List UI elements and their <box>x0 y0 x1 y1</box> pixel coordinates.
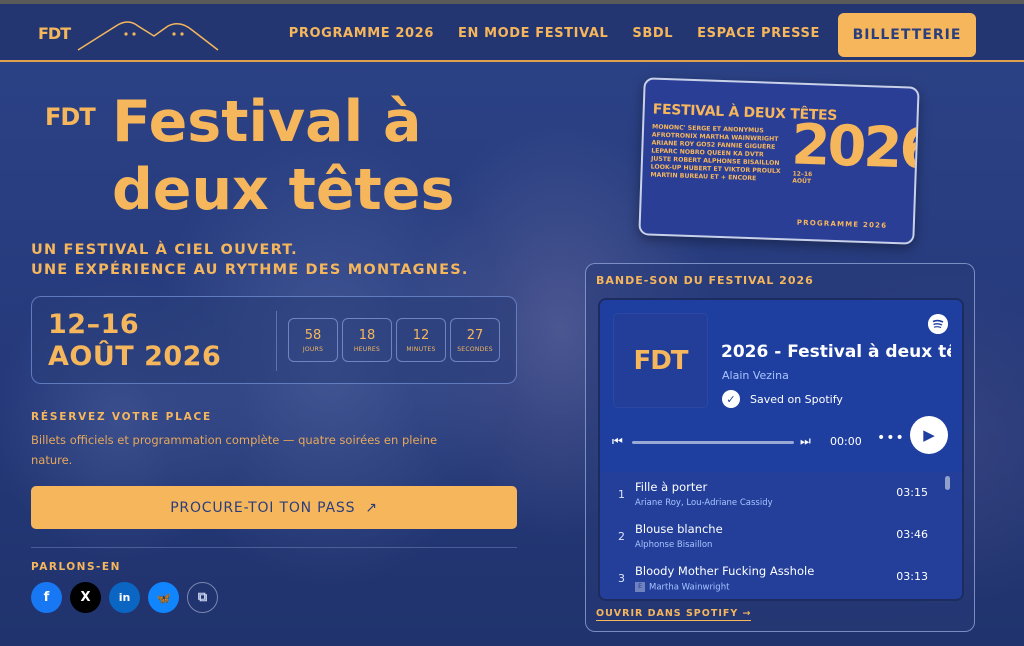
date-range: 12–16 <box>48 309 140 340</box>
tagline-line-1: UN FESTIVAL À CIEL OUVERT. <box>31 242 298 258</box>
countdown-label: MINUTES <box>406 345 436 353</box>
countdown-value: 58 <box>304 327 322 343</box>
reserve-heading: RÉSERVEZ VOTRE PLACE <box>31 411 212 423</box>
track-title: Fille à porter <box>635 480 708 494</box>
linkedin-icon[interactable]: in <box>109 582 140 613</box>
tagline-line-2: UNE EXPÉRIENCE AU RYTHME DES MONTAGNES. <box>31 262 469 278</box>
more-options-icon[interactable]: ••• <box>877 430 905 446</box>
track-artist: Martha Wainwright <box>649 582 730 593</box>
programme-poster[interactable]: FESTIVAL À DEUX TÊTES MONONC' SERGE ET A… <box>638 77 920 245</box>
get-pass-button[interactable]: PROCURE-TOI TON PASS ↗ <box>31 486 517 529</box>
explicit-badge: E <box>635 582 645 592</box>
date-countdown-box: 12–16 AOÛT 2026 58 JOURS 18 HEURES 12 MI… <box>31 296 517 384</box>
section-divider <box>31 547 517 548</box>
track-number: 1 <box>618 488 625 501</box>
countdown-hours: 18 HEURES <box>342 318 392 362</box>
next-track-icon[interactable]: ⏭ <box>800 434 811 449</box>
poster-lineup: MONONC' SERGE ET ANONYMUS AFROTRONIX MAR… <box>650 124 792 185</box>
nav-link-en-mode-festival[interactable]: EN MODE FESTIVAL <box>458 26 608 41</box>
countdown-days: 58 JOURS <box>288 318 338 362</box>
nav-link-espace-presse[interactable]: ESPACE PRESSE <box>697 26 820 41</box>
date-divider <box>276 311 277 371</box>
poster-label: PROGRAMME 2026 <box>796 218 888 230</box>
nav-link-programme[interactable]: PROGRAMME 2026 <box>289 26 434 41</box>
nav-link-sbdl[interactable]: SBDL <box>632 26 673 41</box>
tracklist-scrollbar[interactable] <box>945 476 950 490</box>
previous-track-icon[interactable]: ⏮ <box>612 434 623 449</box>
playlist-cover[interactable]: FDT <box>614 314 707 407</box>
get-pass-label: PROCURE-TOI TON PASS <box>170 499 356 516</box>
spotify-icon[interactable] <box>928 314 948 334</box>
facebook-icon[interactable]: f <box>31 582 62 613</box>
open-in-spotify-link[interactable]: OUVRIR DANS SPOTIFY → <box>596 608 752 621</box>
countdown-label: SECONDES <box>457 345 493 353</box>
festival-dates: 12–16 AOÛT 2026 <box>48 309 221 373</box>
x-icon[interactable]: X <box>70 582 101 613</box>
elapsed-time: 00:00 <box>830 435 862 448</box>
bluesky-icon[interactable]: 🦋 <box>148 582 179 613</box>
mountain-logo-icon <box>77 21 219 51</box>
saved-status[interactable]: ✓ Saved on Spotify <box>722 390 843 408</box>
countdown-seconds: 27 SECONDES <box>450 318 500 362</box>
track-title: Blouse blanche <box>635 522 723 536</box>
tagline: UN FESTIVAL À CIEL OUVERT. UNE EXPÉRIENC… <box>31 240 469 280</box>
nav-links: PROGRAMME 2026 EN MODE FESTIVAL SBDL ESP… <box>289 26 820 41</box>
track-artist: Alphonse Bisaillon <box>635 540 713 550</box>
hero-logo: FDT <box>45 103 96 131</box>
track-row[interactable]: 1 Fille à porter Ariane Roy, Lou-Adriane… <box>600 476 962 518</box>
track-number: 3 <box>618 572 625 585</box>
countdown-minutes: 12 MINUTES <box>396 318 446 362</box>
page-title: Festival à deux têtes <box>112 89 455 223</box>
playlist-title[interactable]: 2026 - Festival à deux têtes <box>721 342 951 362</box>
track-title: Bloody Mother Fucking Asshole <box>635 564 815 578</box>
track-artist: Ariane Roy, Lou-Adriane Cassidy <box>635 498 773 508</box>
countdown: 58 JOURS 18 HEURES 12 MINUTES 27 SECONDE… <box>288 318 500 362</box>
tracklist: 1 Fille à porter Ariane Roy, Lou-Adriane… <box>600 472 962 599</box>
nav-logo[interactable]: FDT <box>38 24 71 43</box>
track-duration: 03:46 <box>896 528 928 541</box>
reserve-description: Billets officiels et programmation compl… <box>31 433 438 467</box>
playlist-owner[interactable]: Alain Vezina <box>722 369 789 382</box>
countdown-value: 12 <box>412 327 430 343</box>
progress-bar[interactable] <box>632 441 794 444</box>
poster-dates-month: AOÛT <box>792 177 812 186</box>
track-artist-row: E Martha Wainwright <box>635 582 729 593</box>
spotify-embed: FDT 2026 - Festival à deux têtes Alain V… <box>598 298 964 601</box>
spotify-header: FDT 2026 - Festival à deux têtes Alain V… <box>600 300 962 472</box>
countdown-label: JOURS <box>302 345 324 353</box>
countdown-value: 27 <box>466 327 484 343</box>
arrow-up-right-icon: ↗ <box>365 499 378 516</box>
play-button[interactable]: ▶ <box>910 416 948 454</box>
countdown-label: HEURES <box>353 345 381 353</box>
date-month-year: AOÛT 2026 <box>48 341 222 372</box>
track-duration: 03:15 <box>896 486 928 499</box>
billetterie-button[interactable]: BILLETTERIE <box>838 13 976 57</box>
player-controls: ⏮ ⏭ 00:00 ••• ▶ <box>612 416 952 454</box>
check-icon: ✓ <box>722 390 740 408</box>
top-nav: FDT PROGRAMME 2026 EN MODE FESTIVAL SBDL… <box>0 0 1024 62</box>
social-share-bar: f X in 🦋 ⧉ <box>31 582 218 613</box>
track-row[interactable]: 3 Bloody Mother Fucking Asshole E Martha … <box>600 560 962 599</box>
saved-label: Saved on Spotify <box>750 392 843 406</box>
soundtrack-heading: BANDE-SON DU FESTIVAL 2026 <box>596 274 814 287</box>
poster-dates: 12–16 AOÛT <box>792 170 812 185</box>
soundtrack-panel: BANDE-SON DU FESTIVAL 2026 FDT 2026 - Fe… <box>585 263 975 632</box>
share-heading: PARLONS-EN <box>31 561 121 573</box>
track-number: 2 <box>618 530 625 543</box>
copy-link-icon[interactable]: ⧉ <box>187 582 218 613</box>
track-row[interactable]: 2 Blouse blanche Alphonse Bisaillon 03:4… <box>600 518 962 560</box>
track-duration: 03:13 <box>896 570 928 583</box>
countdown-value: 18 <box>358 327 376 343</box>
